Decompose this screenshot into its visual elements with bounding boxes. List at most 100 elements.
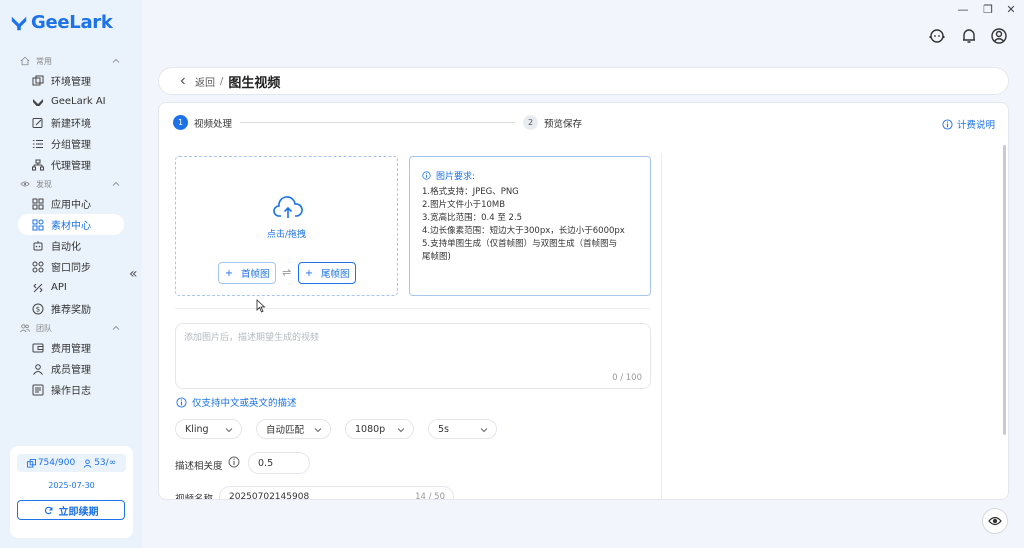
bell-icon[interactable] xyxy=(960,27,978,45)
sidebar-item-group[interactable]: 分组管理 xyxy=(18,133,124,154)
proxy-icon xyxy=(32,159,44,170)
group-icon xyxy=(33,139,43,148)
sidebar-item-env[interactable]: 环境管理 xyxy=(18,70,124,91)
sync-icon xyxy=(32,261,44,272)
description-char-count: 0 / 100 xyxy=(612,373,642,383)
info-icon xyxy=(942,118,953,130)
user-icon xyxy=(83,458,92,468)
nav-section-discover[interactable]: 发现 xyxy=(0,175,142,193)
log-icon xyxy=(32,384,44,395)
logo[interactable]: GeeLark xyxy=(10,12,113,33)
plus-icon: + xyxy=(305,267,313,279)
sidebar-item-automation[interactable]: 自动化 xyxy=(18,235,124,256)
video-name-value: 20250702145908 xyxy=(229,492,310,500)
sidebar-item-label: 操作日志 xyxy=(51,386,91,397)
page-title: 图生视频 xyxy=(228,75,281,91)
fee-info-link[interactable]: 计费说明 xyxy=(942,117,995,131)
requirement-line: 尾帧图) xyxy=(422,252,451,262)
model-select-value: Kling xyxy=(185,423,209,435)
chevron-up-icon[interactable] xyxy=(112,57,120,65)
upload-hint: 点击/拖拽 xyxy=(266,230,307,240)
nav-section-team[interactable]: 团队 xyxy=(0,319,142,337)
ratio-select-value: 自动匹配 xyxy=(266,425,305,436)
chevron-left-icon[interactable] xyxy=(179,77,187,85)
renew-button[interactable]: 立即续期 xyxy=(17,500,125,520)
brand-name: GeeLark xyxy=(31,12,113,33)
sidebar-item-material[interactable]: 素材中心 xyxy=(18,214,124,235)
sidebar-item-ai[interactable]: GeeLark AI xyxy=(18,91,124,112)
scrollbar[interactable] xyxy=(1003,145,1006,435)
breadcrumb: 返回 / 图生视频 xyxy=(158,67,1009,95)
model-select[interactable]: Kling xyxy=(175,419,242,439)
minimize-button[interactable]: — xyxy=(956,3,970,16)
info-icon xyxy=(176,396,187,408)
sidebar-item-billing[interactable]: 费用管理 xyxy=(18,337,124,358)
sidebar-item-label: 新建环境 xyxy=(51,119,91,130)
quota-card: 754/900 53/∞ 2025-07-30 立即续期 xyxy=(10,446,133,538)
language-note-text: 仅支持中文或英文的描述 xyxy=(192,398,297,409)
assistant-float-button[interactable] xyxy=(982,508,1008,534)
requirements-title-text: 图片要求: xyxy=(436,172,476,182)
nav-section-common[interactable]: 常用 xyxy=(0,52,142,70)
chevron-down-icon xyxy=(225,428,233,433)
collapse-sidebar-button[interactable]: « xyxy=(129,266,138,282)
sidebar-item-label: 自动化 xyxy=(51,242,81,253)
close-button[interactable]: ✕ xyxy=(1004,3,1018,16)
requirement-line: 2.图片文件小于10MB xyxy=(422,200,506,210)
sidebar-item-label: 代理管理 xyxy=(51,161,91,172)
info-icon xyxy=(422,171,431,180)
support-icon[interactable] xyxy=(928,27,946,45)
last-frame-button[interactable]: + 尾帧图 xyxy=(298,262,357,284)
requirements-title: 图片要求: xyxy=(422,169,640,182)
expiry-date: 2025-07-30 xyxy=(48,481,95,490)
sidebar-item-log[interactable]: 操作日志 xyxy=(18,379,124,400)
sidebar: GeeLark 常用 环境管理 GeeLark AI 新建环境 分组管理 代理管… xyxy=(0,0,142,548)
sidebar-item-new-env[interactable]: 新建环境 xyxy=(18,112,124,133)
sidebar-item-label: 窗口同步 xyxy=(51,263,91,274)
team-icon xyxy=(20,324,30,333)
chevron-down-icon xyxy=(314,428,322,433)
sidebar-item-label: 分组管理 xyxy=(51,140,91,151)
chevron-up-icon[interactable] xyxy=(112,324,120,332)
sidebar-item-member[interactable]: 成员管理 xyxy=(18,358,124,379)
video-name-input[interactable]: 20250702145908 14 / 50 xyxy=(219,486,454,500)
material-icon xyxy=(32,219,44,230)
member-icon xyxy=(33,363,43,375)
ratio-select[interactable]: 自动匹配 xyxy=(256,419,331,439)
image-upload-area[interactable]: 点击/拖拽 + 首帧图 ⇌ + 尾帧图 xyxy=(175,156,398,296)
duration-select[interactable]: 5s xyxy=(428,419,497,439)
sidebar-item-reward[interactable]: $ 推荐奖励 xyxy=(18,298,124,319)
nav-section-label: 团队 xyxy=(36,323,52,333)
sidebar-item-label: 推荐奖励 xyxy=(51,305,91,316)
account-icon[interactable] xyxy=(990,27,1008,45)
first-frame-label: 首帧图 xyxy=(240,269,270,280)
chevron-up-icon[interactable] xyxy=(112,180,120,188)
requirement-line: 5.支持单图生成（仅首帧图）与双图生成（首帧图与 xyxy=(422,239,618,249)
swap-icon[interactable]: ⇌ xyxy=(282,266,291,279)
breadcrumb-separator: / xyxy=(220,75,224,87)
info-icon[interactable] xyxy=(228,456,240,468)
assistant-icon xyxy=(988,516,1002,526)
relevance-input[interactable]: 0.5 xyxy=(248,452,310,474)
sidebar-item-app-center[interactable]: 应用中心 xyxy=(18,193,124,214)
sidebar-item-label: GeeLark AI xyxy=(51,96,106,107)
sidebar-item-api[interactable]: API xyxy=(18,277,124,298)
new-env-icon xyxy=(32,117,43,128)
svg-text:$: $ xyxy=(36,305,40,313)
restore-button[interactable]: ❐ xyxy=(981,3,995,16)
back-link[interactable]: 返回 xyxy=(195,74,215,89)
step-1-number: 1 xyxy=(173,115,188,130)
description-textarea[interactable]: 添加图片后，描述期望生成的视频 0 / 100 xyxy=(175,323,651,389)
resolution-select[interactable]: 1080p xyxy=(345,419,414,439)
duration-select-value: 5s xyxy=(438,423,449,435)
video-name-char-count: 14 / 50 xyxy=(415,492,445,500)
step-1-label: 视频处理 xyxy=(194,118,233,130)
sidebar-item-proxy[interactable]: 代理管理 xyxy=(18,154,124,175)
first-frame-button[interactable]: + 首帧图 xyxy=(218,262,277,284)
sidebar-nav: 常用 环境管理 GeeLark AI 新建环境 分组管理 代理管理 发现 应用中… xyxy=(0,52,142,400)
api-icon xyxy=(33,283,43,292)
quota-summary: 754/900 53/∞ xyxy=(17,454,126,472)
language-note: 仅支持中文或英文的描述 xyxy=(176,395,297,409)
step-connector xyxy=(240,122,516,123)
sidebar-item-sync[interactable]: 窗口同步 xyxy=(18,256,124,277)
